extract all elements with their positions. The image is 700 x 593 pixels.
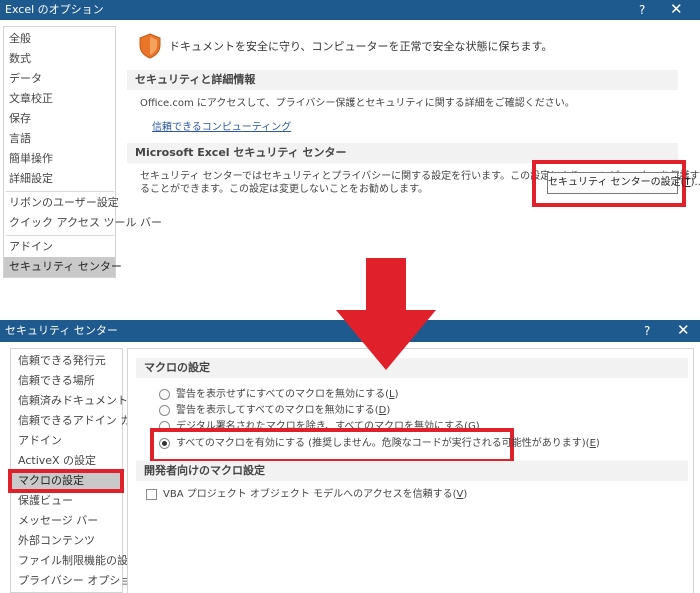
nav-item-save[interactable]: 保存 [4, 109, 115, 129]
nav-divider [6, 191, 114, 192]
nav-item-accessibility[interactable]: 簡単操作 [4, 149, 115, 169]
section-header-security-info: セキュリティと詳細情報 [127, 70, 678, 90]
nav-item-quick-access-toolbar[interactable]: クイック アクセス ツール バー [4, 213, 162, 233]
nav-item-proofing[interactable]: 文章校正 [4, 89, 115, 109]
nav-item-trusted-addin-catalogs[interactable]: 信頼できるアドイン カタログ [11, 411, 164, 431]
section-header-developer-macro-settings: 開発者向けのマクロ設定 [136, 461, 688, 481]
nav-item-message-bar[interactable]: メッセージ バー [11, 511, 122, 531]
button-label-suffix: )... [690, 177, 700, 188]
nav-item-data[interactable]: データ [4, 69, 115, 89]
nav-item-addins[interactable]: アドイン [4, 237, 115, 257]
nav-item-trusted-locations[interactable]: 信頼できる場所 [11, 371, 122, 391]
trust-center-settings-button[interactable]: セキュリティ センターの設定(T)... [547, 172, 700, 194]
security-info-text: Office.com にアクセスして、プライバシー保護とセキュリティに関する詳細… [140, 98, 575, 109]
nav-item-protected-view[interactable]: 保護ビュー [11, 491, 122, 511]
nav-item-trusted-documents[interactable]: 信頼済みドキュメント [11, 391, 128, 411]
radio-label: 警告を表示してすべてのマクロを無効にする(D) [176, 405, 391, 416]
nav-item-trusted-publishers[interactable]: 信頼できる発行元 [11, 351, 122, 371]
radio-button-selected[interactable] [159, 438, 170, 449]
nav-item-formulas[interactable]: 数式 [4, 49, 115, 69]
nav-item-privacy-options[interactable]: プライバシー オプション [11, 571, 142, 591]
nav-item-external-content[interactable]: 外部コンテンツ [11, 531, 122, 551]
checkbox[interactable] [146, 489, 157, 500]
checkbox-label: VBA プロジェクト オブジェクト モデルへのアクセスを信頼する(V) [163, 489, 468, 500]
trust-center-title: セキュリティ センター [5, 324, 118, 337]
close-button[interactable]: ✕ [677, 322, 690, 338]
excel-options-titlebar: Excel のオプション ? ✕ [0, 0, 700, 20]
radio-button[interactable] [159, 405, 170, 416]
nav-item-general[interactable]: 全般 [4, 29, 115, 49]
arrow-down-icon [336, 258, 436, 370]
nav-item-addins[interactable]: アドイン [11, 431, 122, 451]
nav-item-activex-settings[interactable]: ActiveX の設定 [11, 451, 122, 471]
shield-icon [139, 33, 161, 59]
intro-text: ドキュメントを安全に守り、コンピューターを正常で安全な状態に保ちます。 [169, 40, 553, 53]
help-button[interactable]: ? [644, 324, 650, 338]
help-button[interactable]: ? [639, 3, 645, 17]
radio-button[interactable] [159, 389, 170, 400]
trust-center-text-line2: ることができます。この設定は変更しないことをお勧めします。 [140, 184, 428, 195]
close-button[interactable]: ✕ [670, 1, 683, 17]
nav-item-advanced[interactable]: 詳細設定 [4, 169, 115, 189]
nav-item-language[interactable]: 言語 [4, 129, 115, 149]
nav-item-customize-ribbon[interactable]: リボンのユーザー設定 [4, 193, 119, 213]
highlight-box-nav [8, 469, 124, 493]
trustworthy-computing-link[interactable]: 信頼できるコンピューティング [152, 118, 291, 133]
radio-label: 警告を表示せずにすべてのマクロを無効にする(L) [176, 389, 399, 400]
nav-item-trust-center[interactable]: セキュリティ センター [4, 257, 122, 277]
excel-options-dialog: Excel のオプション ? ✕ 全般 数式 データ 文章校正 保存 言語 簡単… [0, 0, 700, 285]
nav-item-file-block-settings[interactable]: ファイル制限機能の設定 [11, 551, 139, 571]
options-nav: 全般 数式 データ 文章校正 保存 言語 簡単操作 詳細設定 リボンのユーザー設… [3, 26, 162, 278]
excel-options-title: Excel のオプション [5, 3, 104, 16]
radio-label: すべてのマクロを有効にする (推奨しません。危険なコードが実行される可能性があり… [176, 438, 600, 449]
button-label-prefix: セキュリティ センターの設定( [548, 177, 685, 188]
nav-divider [6, 235, 114, 236]
